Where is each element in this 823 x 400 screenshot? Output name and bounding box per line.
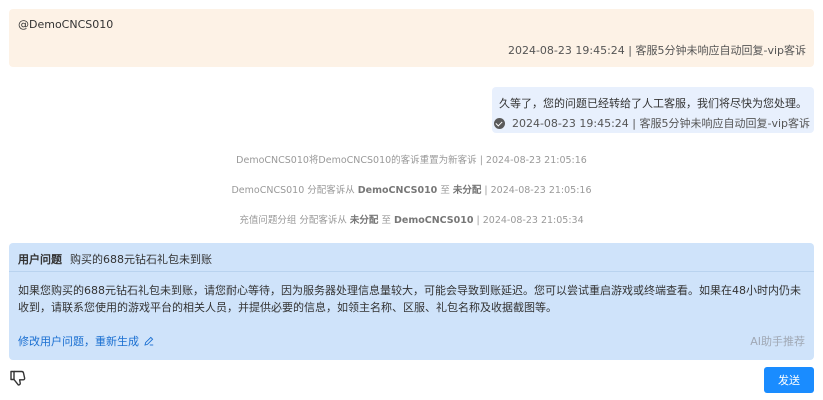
system-note-to: DemoCNCS010 xyxy=(393,215,474,226)
send-button[interactable]: 发送 xyxy=(764,367,814,393)
edit-regenerate-label[interactable]: 修改用户问题，重新生成 xyxy=(18,333,139,349)
agent-message-meta-row: 2024-08-23 19:45:24 | 客服5分钟未响应自动回复-vip客诉 xyxy=(493,115,810,131)
system-note: DemoCNCS010 分配客诉从 DemoCNCS010 至 未分配 | 20… xyxy=(0,182,823,196)
agent-message-meta: 2024-08-23 19:45:24 | 客服5分钟未响应自动回复-vip客诉 xyxy=(511,117,810,130)
system-note-from: 未分配 xyxy=(349,215,379,226)
ai-suggestion-panel: 用户问题 购买的688元钻石礼包未到账 如果您购买的688元钻石礼包未到账，请您… xyxy=(9,243,814,360)
system-note-time: | 2024-08-23 21:05:34 xyxy=(473,215,584,226)
system-note-to: 未分配 xyxy=(452,185,482,196)
ai-answer-text[interactable]: 如果您购买的688元钻石礼包未到账，请您耐心等待，因为服务器处理信息量较大，可能… xyxy=(18,282,805,316)
pencil-icon[interactable] xyxy=(144,336,154,346)
system-note-text: 至 xyxy=(378,215,394,226)
agent-message-text: 久等了，您的问题已经转给了人工客服，我们将尽快为您处理。 xyxy=(499,97,807,110)
user-question-text: 购买的688元钻石礼包未到账 xyxy=(70,253,212,266)
customer-message: @DemoCNCS010 2024-08-23 19:45:24 | 客服5分钟… xyxy=(9,9,814,67)
customer-message-meta: 2024-08-23 19:45:24 | 客服5分钟未响应自动回复-vip客诉 xyxy=(507,44,806,57)
system-note-text: DemoCNCS010 分配客诉从 xyxy=(231,185,358,196)
customer-sender: @DemoCNCS010 xyxy=(18,18,114,31)
system-note-text: 充值问题分组 分配客诉从 xyxy=(239,215,350,226)
agent-message: 久等了，您的问题已经转给了人工客服，我们将尽快为您处理。 2024-08-23 … xyxy=(492,87,814,133)
check-circle-icon xyxy=(493,117,505,129)
ai-question-header: 用户问题 购买的688元钻石礼包未到账 xyxy=(9,243,814,272)
system-note: DemoCNCS010将DemoCNCS010的客诉重置为新客诉 | 2024-… xyxy=(0,152,823,166)
user-question-label: 用户问题 xyxy=(18,253,62,266)
system-note-time: | 2024-08-23 21:05:16 xyxy=(481,185,592,196)
system-note: 充值问题分组 分配客诉从 未分配 至 DemoCNCS010 | 2024-08… xyxy=(0,212,823,226)
system-note-from: DemoCNCS010 xyxy=(357,185,438,196)
edit-regenerate-link[interactable]: 修改用户问题，重新生成 xyxy=(18,333,154,349)
ai-recommend-tag: AI助手推荐 xyxy=(750,335,805,348)
system-note-text: 至 xyxy=(437,185,453,196)
thumbs-down-icon[interactable] xyxy=(9,369,27,387)
system-note-text: DemoCNCS010将DemoCNCS010的客诉重置为新客诉 | 2024-… xyxy=(236,155,587,166)
